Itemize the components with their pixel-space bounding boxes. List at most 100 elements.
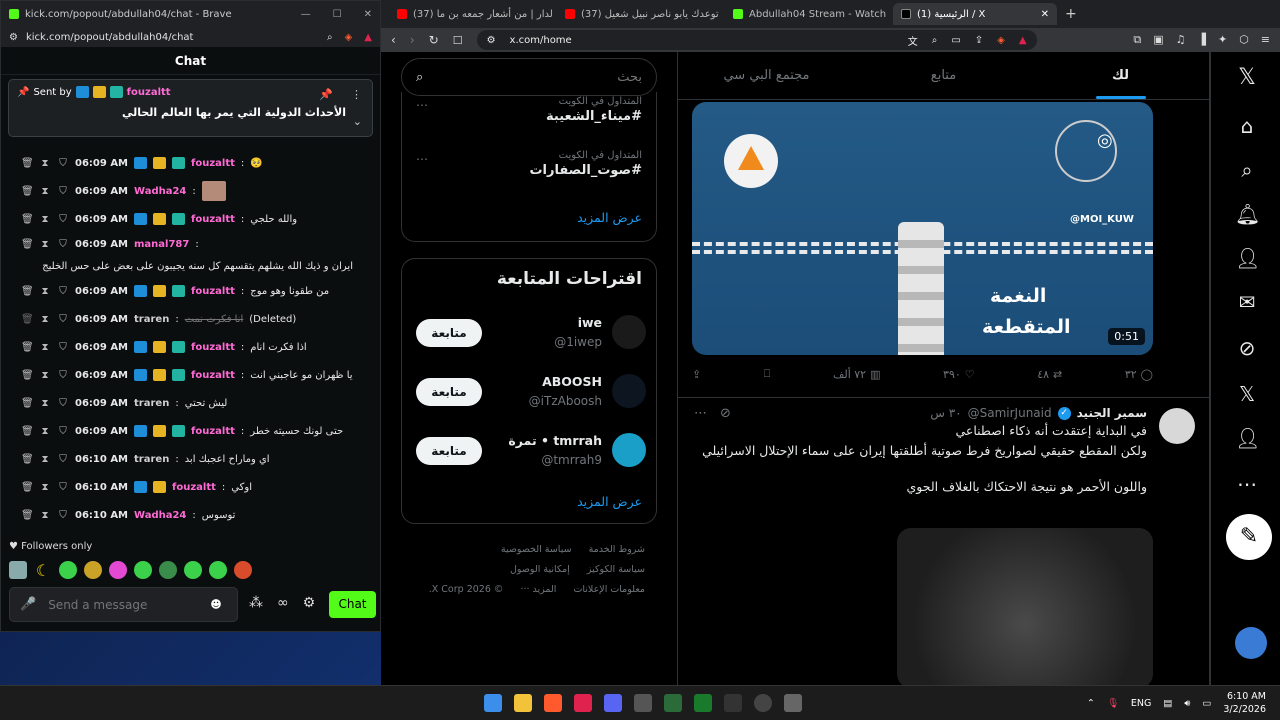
like-action[interactable]: ٣٩٠ ♡ <box>943 367 975 381</box>
more-options-icon[interactable]: ⋯ <box>694 406 707 421</box>
message-username[interactable]: fouzaltt <box>191 342 235 353</box>
chevron-down-icon[interactable]: ⌄ <box>353 115 362 128</box>
hourglass-icon[interactable]: ⧗ <box>39 314 51 325</box>
language-indicator[interactable]: ENG <box>1131 698 1151 709</box>
tab-for-you[interactable]: لك <box>1032 52 1209 99</box>
bookmark-icon[interactable]: ☐ <box>453 34 463 47</box>
kick-url[interactable]: kick.com/popout/abdullah04/chat <box>26 32 194 43</box>
footer-link[interactable]: سياسة الخصوصية <box>501 544 572 555</box>
emote-icon[interactable] <box>159 561 177 579</box>
hourglass-icon[interactable]: ⧗ <box>39 454 51 465</box>
shield-icon[interactable]: ⛉ <box>57 510 69 521</box>
repost-action[interactable]: ٤٨ ⇄ <box>1037 367 1062 381</box>
shield-icon[interactable]: ⛉ <box>57 158 69 169</box>
emote-icon[interactable] <box>9 561 27 579</box>
zoom-icon[interactable]: ⌕ <box>327 32 333 43</box>
maximize-button[interactable]: ☐ <box>333 9 342 20</box>
chat-input-box[interactable]: 🎤 ☻ <box>9 587 238 622</box>
tweet-handle[interactable]: @SamirJunaid <box>968 406 1052 420</box>
search-input[interactable] <box>442 69 642 85</box>
shield-icon[interactable]: ⛉ <box>57 186 69 197</box>
nvidia-icon[interactable] <box>694 694 712 712</box>
tab-following[interactable]: متابع <box>855 52 1032 99</box>
next-app-icon[interactable] <box>724 694 742 712</box>
share-icon[interactable]: ⇪ <box>692 367 701 381</box>
new-tab-button[interactable]: + <box>1065 6 1077 22</box>
xbox-icon[interactable] <box>664 694 682 712</box>
message-username[interactable]: fouzaltt <box>191 426 235 437</box>
network-icon[interactable]: ▤ <box>1163 698 1172 709</box>
zoom-icon[interactable]: ⌕ <box>932 35 938 46</box>
volume-icon[interactable]: 🔊︎ <box>1184 698 1190 709</box>
wallet-icon[interactable]: ▣ <box>1153 33 1163 47</box>
microphone-icon[interactable]: 🎤 <box>20 597 36 612</box>
unpin-icon[interactable]: 📌 <box>319 88 333 101</box>
emote-icon[interactable] <box>209 561 227 579</box>
emote-icon[interactable] <box>134 561 152 579</box>
reload-icon[interactable]: ↻ <box>429 33 439 47</box>
browser-tab[interactable]: توعدك يابو ناصر نبيل شعيل (37) ube- <box>557 3 721 25</box>
menu-icon[interactable]: ≡ <box>1261 33 1270 47</box>
trash-icon[interactable]: 🗑 <box>21 186 34 197</box>
cast-icon[interactable]: ▭ <box>951 35 960 46</box>
show-more-link[interactable]: عرض المزيد <box>577 494 642 509</box>
hourglass-icon[interactable]: ⧗ <box>39 510 51 521</box>
extensions-icon[interactable]: ⧉ <box>1133 33 1141 47</box>
start-windows-icon[interactable] <box>484 694 502 712</box>
shield-icon[interactable]: ⛉ <box>57 482 69 493</box>
brave-shields-icon[interactable]: ◈ <box>345 32 353 43</box>
clock[interactable]: 6:10 AM 3/2/2026 <box>1223 690 1266 716</box>
minimize-button[interactable]: — <box>301 9 311 20</box>
message-username[interactable]: fouzaltt <box>172 482 216 493</box>
brave-shields-icon[interactable]: ◈ <box>997 35 1005 46</box>
follow-people-icon[interactable]: 👤︎ <box>1235 246 1260 270</box>
file-explorer-icon[interactable] <box>514 694 532 712</box>
emote-icon[interactable] <box>234 561 252 579</box>
trash-icon[interactable]: 🗑 <box>21 158 34 169</box>
message-username[interactable]: Wadha24 <box>134 510 186 521</box>
footer-link[interactable]: شروط الخدمة <box>589 544 645 555</box>
leo-ai-icon[interactable]: ✦ <box>1218 33 1227 47</box>
grok-icon[interactable]: ⊘ <box>720 406 731 421</box>
more-circle-icon[interactable]: ⋯ <box>1235 472 1259 496</box>
brave-rewards-icon[interactable]: ▲ <box>364 32 372 43</box>
trash-icon[interactable]: 🗑 <box>21 286 34 297</box>
message-username[interactable]: fouzaltt <box>191 158 235 169</box>
trash-icon[interactable]: 🗑 <box>21 398 34 409</box>
clock-app-icon[interactable] <box>754 694 772 712</box>
browser-tab-active[interactable]: (1) الرئيسية / X ✕ <box>893 3 1057 25</box>
hourglass-icon[interactable]: ⧗ <box>39 398 51 409</box>
trash-icon[interactable]: 🗑 <box>21 342 34 353</box>
emote-icon[interactable]: ☾ <box>34 561 52 580</box>
compose-post-button[interactable]: ✎ <box>1226 514 1272 560</box>
hourglass-icon[interactable]: ⧗ <box>39 286 51 297</box>
profile-icon[interactable]: 👤︎ <box>1235 426 1260 450</box>
trend-more-icon[interactable]: ⋯ <box>416 152 436 166</box>
trash-icon[interactable]: 🗑 <box>21 454 34 465</box>
shield-icon[interactable]: ⛉ <box>57 454 69 465</box>
message-input[interactable] <box>48 597 199 612</box>
address-bar[interactable]: ⚙ x.com/home 文 ⌕ ▭ ⇪ ◈ ▲ <box>476 30 1037 50</box>
back-icon[interactable]: ‹ <box>391 33 396 47</box>
brave-nightly-icon[interactable] <box>574 694 592 712</box>
message-username[interactable]: traren <box>134 398 169 409</box>
more-options-icon[interactable]: ⋮ <box>351 88 362 101</box>
close-button[interactable]: ✕ <box>364 9 372 20</box>
messages-icon[interactable]: ✉ <box>1235 290 1259 314</box>
notifications-bell-icon[interactable]: 🔔︎ <box>1235 202 1260 226</box>
chevron-up-icon[interactable]: ⌃ <box>1087 698 1095 709</box>
brave-icon[interactable] <box>544 694 562 712</box>
hourglass-icon[interactable]: ⧗ <box>39 214 51 225</box>
battery-icon[interactable]: ▭ <box>1202 698 1211 709</box>
hourglass-icon[interactable]: ⧗ <box>39 426 51 437</box>
footer-link[interactable]: سياسة الكوكيز <box>587 564 645 575</box>
translate-icon[interactable]: 文 <box>908 33 918 48</box>
emote-icon[interactable] <box>184 561 202 579</box>
message-username[interactable]: manal787 <box>134 239 189 250</box>
shield-icon[interactable]: ⛉ <box>57 239 69 250</box>
infinity-icon[interactable]: ∞ <box>277 595 289 611</box>
message-username[interactable]: traren <box>134 454 169 465</box>
bookmark-icon[interactable]: ⎕ <box>764 367 771 381</box>
tweet-avatar[interactable] <box>1159 408 1195 444</box>
shield-icon[interactable]: ⛉ <box>57 286 69 297</box>
